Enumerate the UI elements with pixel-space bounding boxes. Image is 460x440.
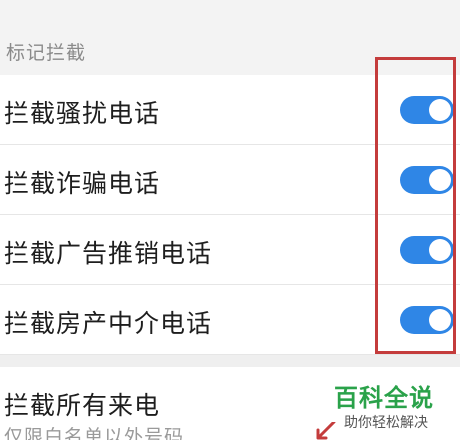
block-all-calls-label[interactable]: 拦截所有来电 xyxy=(4,386,160,422)
annotation-highlight-box xyxy=(375,57,456,354)
watermark-subtitle: 助你轻松解决 xyxy=(344,415,428,431)
setting-label: 拦截房产中介电话 xyxy=(4,309,213,338)
annotation-arrow-icon xyxy=(316,422,336,440)
setting-label: 拦截骚扰电话 xyxy=(4,99,161,128)
watermark-logo: 百科全说 助你轻松解决 xyxy=(324,372,460,440)
setting-label: 拦截诈骗电话 xyxy=(4,169,161,198)
setting-label: 拦截广告推销电话 xyxy=(4,239,213,268)
section-title: 标记拦截 xyxy=(6,42,87,64)
watermark-title: 百科全说 xyxy=(334,384,434,412)
section-divider xyxy=(0,355,460,367)
block-all-calls-subtitle: 仅限白名单以外号码 xyxy=(4,426,185,440)
